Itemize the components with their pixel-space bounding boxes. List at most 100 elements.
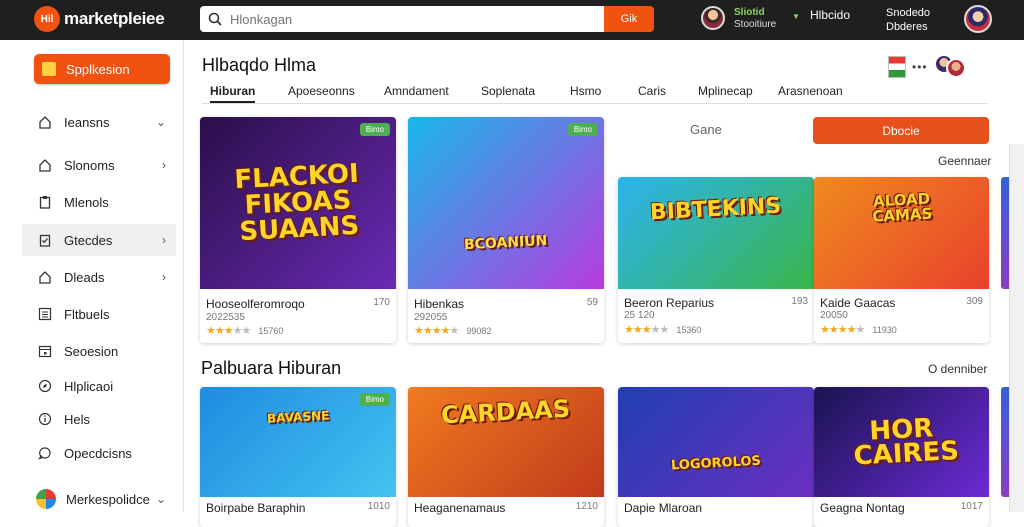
tab-1[interactable]: Hiburan [210, 84, 256, 103]
star-filled-icon: ★ [828, 324, 839, 336]
account-menu[interactable]: Sliotid Stooitiure [734, 7, 776, 31]
status-badge: Bimo [567, 123, 598, 136]
sidebar-item-8[interactable]: Hlplicaoi [22, 370, 176, 402]
scrollbar[interactable] [1009, 144, 1024, 512]
clipboard-check-icon [39, 234, 51, 247]
star-filled-icon: ★ [422, 325, 433, 337]
tab-4[interactable]: Soplenata [481, 84, 535, 98]
sidebar-item-label: Slonoms [64, 157, 115, 173]
sidebar-item-label: Fltbuels [64, 306, 110, 322]
section-title: Palbuara Hiburan [201, 358, 342, 378]
game-art-title: BIBTEKINS [649, 193, 783, 226]
game-subtitle: 292055 [414, 312, 448, 323]
tab-7[interactable]: Mplinecap [698, 84, 753, 98]
game-price: 170 [373, 297, 390, 308]
game-art-title: BCOANIUN [463, 232, 549, 254]
game-art-title: CARDAAS [440, 394, 572, 430]
see-all-link[interactable]: Geennaer [938, 154, 991, 168]
next-card-peek[interactable] [1001, 177, 1009, 289]
game-subtitle: 2022535 [206, 312, 245, 323]
account-secondary[interactable]: Snodedo Dbderes [886, 6, 930, 34]
clipboard-icon [39, 196, 51, 209]
sidebar-item-10[interactable]: Opecdcisns [22, 437, 176, 469]
sidebar-item-9[interactable]: Hels [22, 403, 176, 435]
star-filled-icon: ★ [206, 325, 216, 337]
marketplace-logo[interactable]: Hil marketpleiee [34, 6, 165, 32]
search-icon [208, 12, 222, 26]
sidebar-item-label: Hels [64, 411, 91, 427]
game-art-title: FLACKOI FIKOAS SUAANS [233, 158, 360, 248]
sidebar-item-4[interactable]: Gtecdes › [22, 224, 176, 256]
sidebar-item-label: Gtecdes [64, 232, 113, 248]
game-card[interactable]: BAVASNE Bimo Boirpabe Baraphin 1010 [200, 387, 396, 527]
flag-icon[interactable] [888, 56, 906, 78]
star-filled-icon: ★ [846, 324, 857, 336]
chevron-down-icon: ⌄ [155, 115, 166, 129]
sidebar-primary-button[interactable]: Spplkesion [34, 54, 170, 84]
game-card[interactable]: BIBTEKINS Beeron Reparius 193 25 120 ★★★… [618, 177, 814, 343]
compass-icon [38, 379, 52, 393]
sidebar-item-1[interactable]: Ieansns ⌄ [22, 106, 176, 138]
tab-2[interactable]: Apoeseonns [288, 84, 355, 98]
star-empty-icon: ★ [449, 325, 460, 337]
search-input[interactable] [230, 11, 590, 27]
game-thumbnail: ALOAD CAMAS [814, 177, 989, 289]
game-card[interactable]: HOR CAIRES Geagna Nontag 1017 [814, 387, 989, 527]
sidebar-item-label: Seoesion [64, 343, 119, 359]
header-actions: ••• [888, 52, 968, 82]
review-count: 11930 [872, 325, 897, 335]
rating-stars: ★★★★★ 15360 [624, 323, 701, 336]
review-count: 15360 [676, 325, 702, 335]
chevron-down-icon: ⌄ [155, 492, 166, 506]
sidebar-footer[interactable]: Merkespolidce ⌄ [22, 483, 176, 515]
game-art-title: LOGOROLOS [670, 453, 762, 474]
sidebar-item-2[interactable]: Slonoms › [22, 149, 176, 181]
tab-6[interactable]: Caris [638, 84, 666, 98]
sidebar-item-3[interactable]: Mlenols [22, 186, 176, 218]
chevron-right-icon: › [162, 233, 166, 247]
page-title: Hlbaqdo Hlma [202, 55, 317, 75]
game-card[interactable]: LOGOROLOS Dapie Mlaroan [618, 387, 814, 527]
review-count: 99082 [466, 326, 492, 336]
logo-badge: Hil [34, 6, 60, 32]
home-icon [39, 159, 51, 172]
sidebar-item-7[interactable]: Seoesion [22, 335, 176, 367]
game-thumbnail: BIBTEKINS [618, 177, 814, 289]
user-avatar[interactable] [701, 6, 725, 30]
game-card[interactable]: CARDAAS Heaganenamaus 1210 [408, 387, 604, 527]
sidebar-item-6[interactable]: Fltbuels [22, 298, 176, 330]
users-avatar-icon[interactable] [933, 52, 968, 82]
star-filled-icon: ★ [223, 325, 234, 337]
status-badge: Bimo [359, 393, 390, 406]
star-filled-icon: ★ [820, 324, 830, 336]
sidebar-item-5[interactable]: Dleads › [22, 261, 176, 293]
game-card[interactable]: BCOANIUN Bimo Hibenkas 59 292055 ★★★★★ 99… [408, 117, 604, 343]
see-all-link[interactable]: O denniber [928, 362, 987, 376]
game-card[interactable]: ALOAD CAMAS Kaide Gaacas 309 20050 ★★★★★… [814, 177, 989, 343]
star-empty-icon: ★ [241, 325, 252, 337]
game-name: Geagna Nontag [820, 501, 905, 515]
tab-3[interactable]: Amndament [384, 84, 449, 98]
account-link[interactable]: Hlbcido [810, 8, 850, 22]
chevron-down-icon[interactable]: ▼ [792, 12, 800, 21]
account2-line1: Snodedo [886, 7, 931, 19]
search-bar[interactable] [200, 6, 604, 32]
game-card[interactable]: FLACKOI FIKOAS SUAANS Bimo Hooseolferomr… [200, 117, 396, 343]
star-empty-icon: ★ [232, 325, 243, 337]
game-price: 1010 [367, 501, 390, 512]
tab-5[interactable]: Hsmo [570, 84, 601, 98]
account-sub: Stooitiure [734, 19, 777, 30]
search-button[interactable]: Gik [604, 6, 654, 32]
more-icon[interactable]: ••• [912, 60, 928, 74]
game-name: Boirpabe Baraphin [206, 501, 306, 515]
sidebar-item-label: Mlenols [64, 194, 109, 210]
game-subtitle: 20050 [820, 310, 848, 321]
star-filled-icon: ★ [431, 325, 442, 337]
next-card-peek[interactable] [1001, 387, 1009, 497]
discover-button[interactable]: Dbocie [813, 117, 989, 144]
game-art-title: ALOAD CAMAS [871, 189, 933, 226]
game-name: Beeron Reparius [624, 296, 715, 310]
sidebar-primary-label: Spplkesion [66, 61, 130, 77]
profile-avatar[interactable] [964, 5, 992, 33]
tab-8[interactable]: Arasnenoan [778, 84, 843, 98]
